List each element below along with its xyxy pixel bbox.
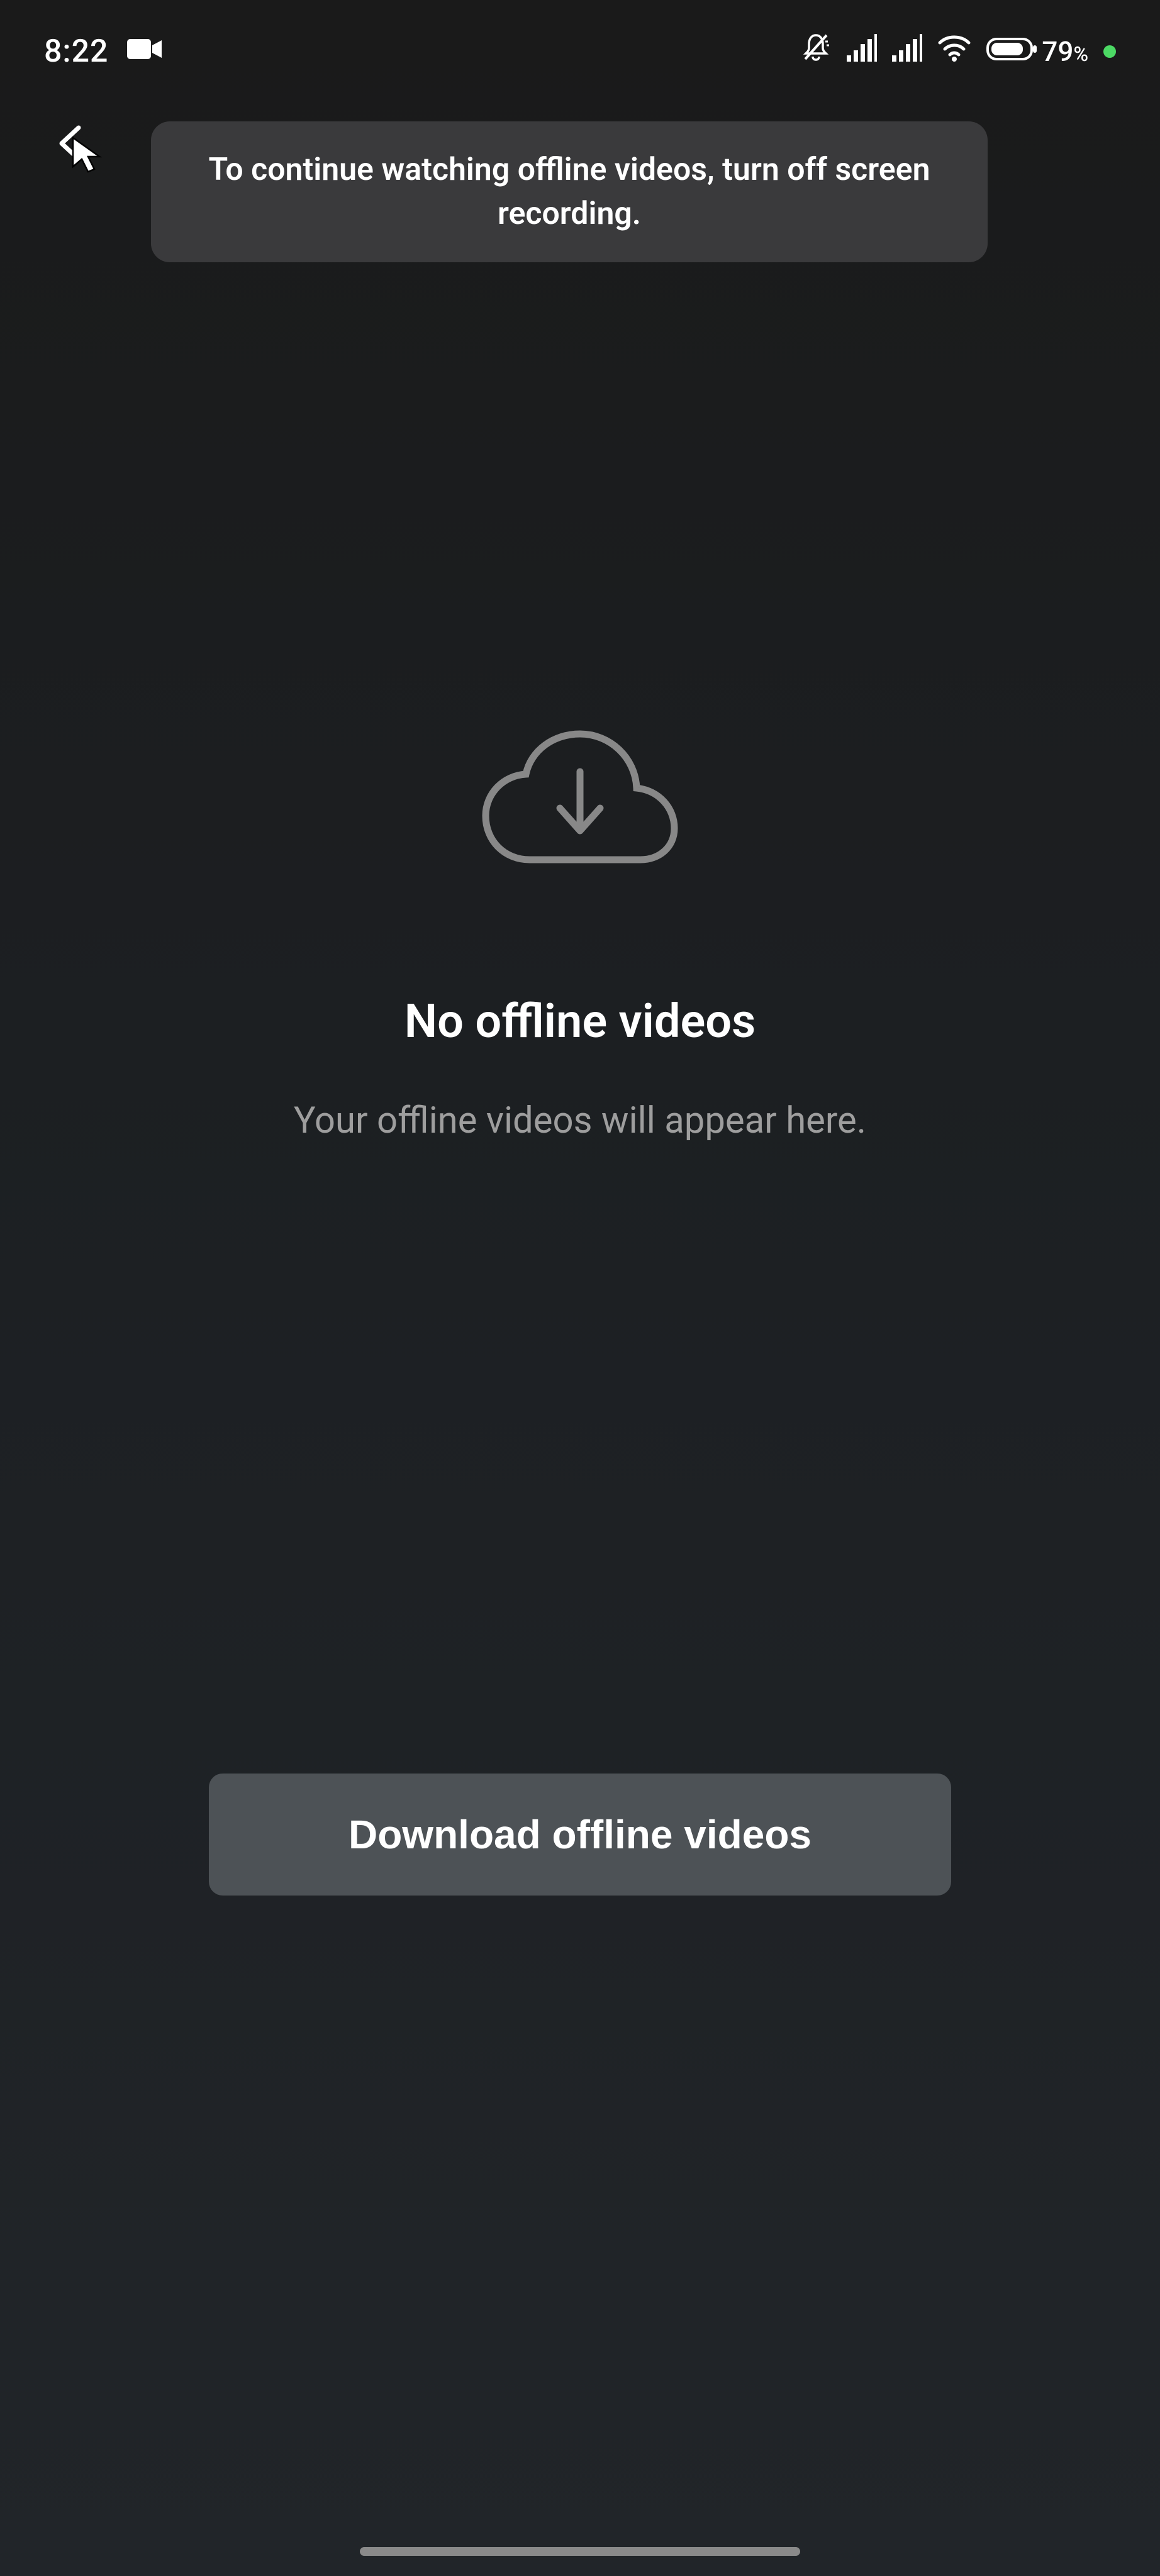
cloud-download-icon [473, 728, 687, 887]
header-area: To continue watching offline videos, tur… [0, 96, 1160, 262]
battery-status: 79% [986, 33, 1088, 70]
screen-recording-toast: To continue watching offline videos, tur… [151, 121, 988, 262]
empty-state-subtitle: Your offline videos will appear here. [294, 1099, 866, 1142]
empty-state-title: No offline videos [404, 994, 756, 1049]
status-bar-right: 79% [800, 31, 1116, 71]
back-button[interactable] [50, 121, 113, 184]
privacy-indicator-dot [1103, 45, 1116, 58]
empty-state: No offline videos Your offline videos wi… [0, 728, 1160, 1142]
signal-2-icon [892, 33, 922, 70]
download-button-label: Download offline videos [349, 1812, 811, 1857]
cursor-icon [68, 134, 112, 178]
wifi-icon [937, 33, 971, 70]
download-offline-videos-button[interactable]: Download offline videos [209, 1774, 951, 1896]
status-time: 8:22 [44, 33, 108, 70]
battery-icon [986, 33, 1037, 70]
status-bar: 8:22 [0, 0, 1160, 96]
home-indicator[interactable] [360, 2547, 800, 2556]
mute-icon [800, 31, 832, 71]
signal-1-icon [847, 33, 877, 70]
toast-message: To continue watching offline videos, tur… [189, 148, 950, 236]
video-recording-icon [127, 33, 162, 70]
status-bar-left: 8:22 [44, 33, 162, 70]
battery-percentage: 79% [1042, 35, 1088, 68]
